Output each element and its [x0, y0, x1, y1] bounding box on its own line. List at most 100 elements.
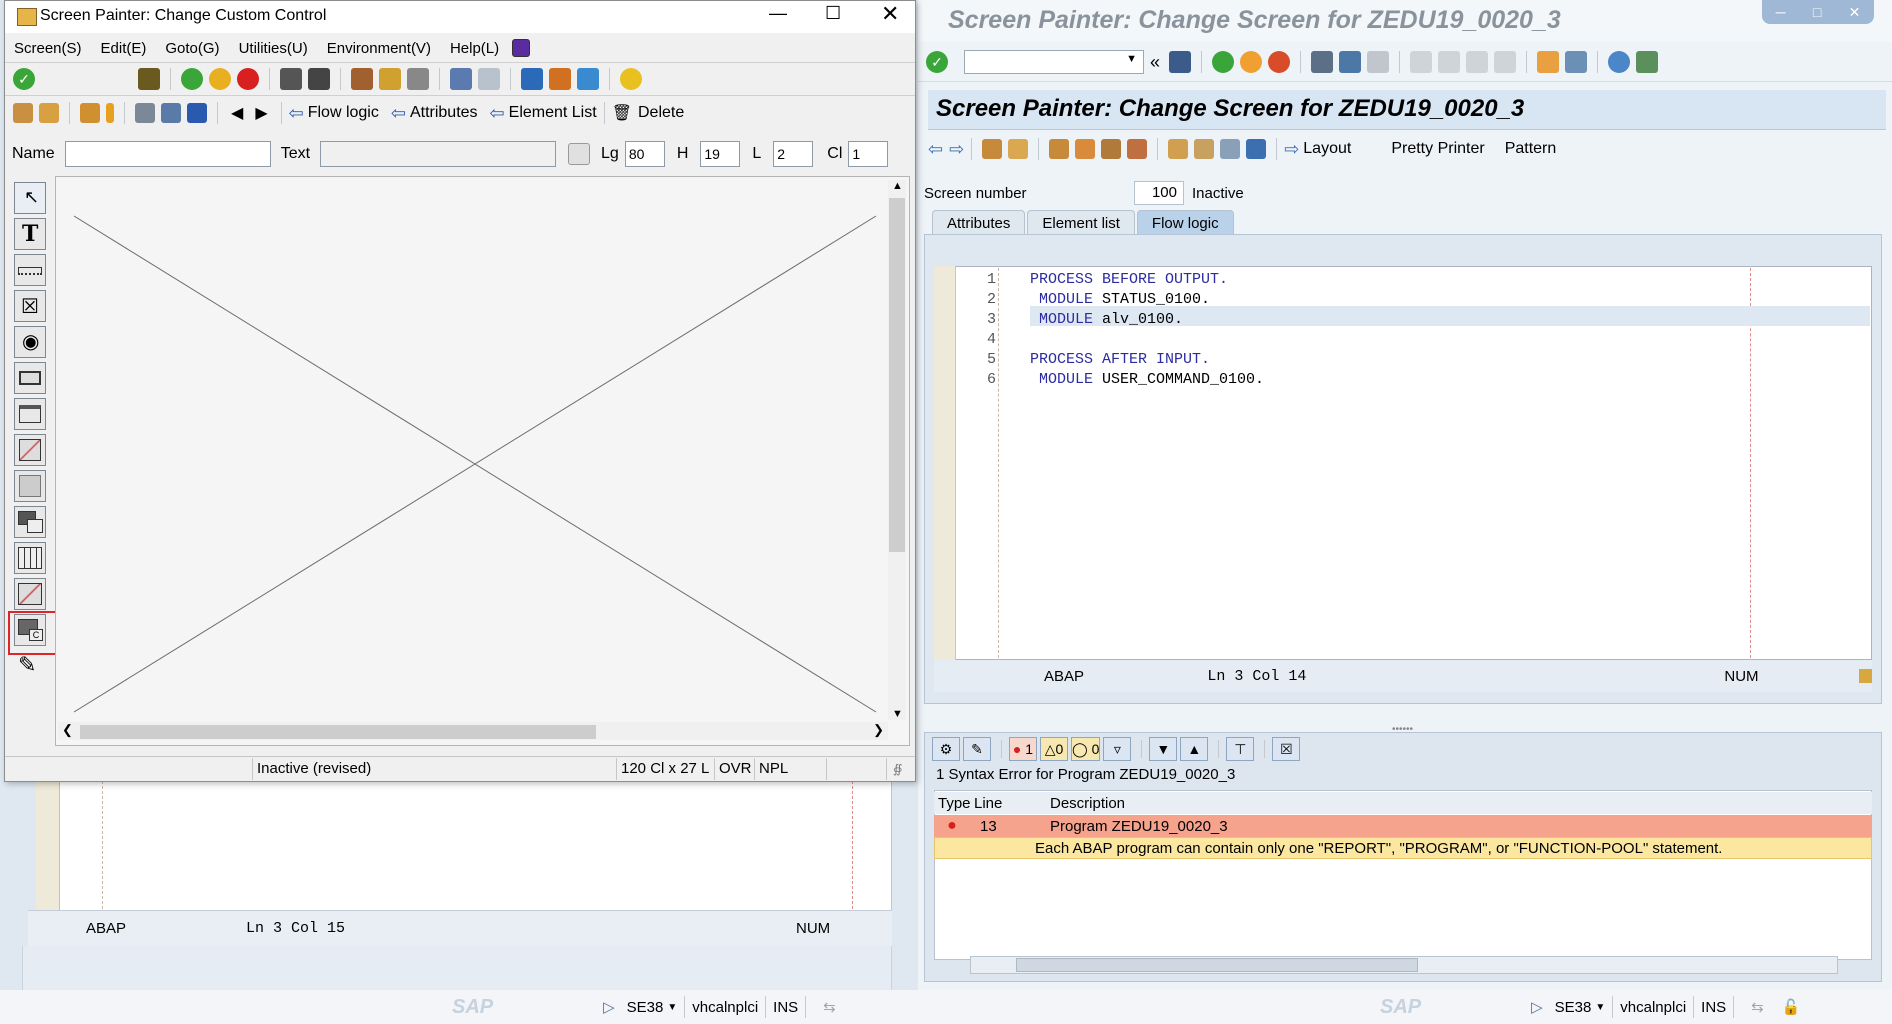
table-control-wizard-icon[interactable] — [14, 578, 46, 610]
create-session-icon[interactable] — [1537, 51, 1560, 73]
checkbox-icon[interactable]: ☒ — [14, 290, 46, 322]
object-list-icon[interactable] — [1168, 139, 1189, 159]
enter-icon[interactable]: ✓ — [13, 68, 35, 90]
dictionary-fields-icon[interactable] — [135, 103, 155, 123]
back-icon[interactable] — [181, 68, 203, 90]
menu-help[interactable]: Help(L) — [450, 40, 499, 57]
scrollbar-thumb[interactable] — [80, 725, 596, 739]
custom-control-area[interactable] — [58, 180, 884, 722]
other-object-icon[interactable] — [982, 139, 1003, 159]
undo-icon[interactable] — [450, 68, 472, 90]
activate-icon[interactable] — [80, 103, 100, 123]
scroll-right-icon[interactable]: ❯ — [873, 722, 884, 738]
close-icon[interactable]: ✕ — [881, 1, 899, 27]
display-list-icon[interactable] — [1220, 139, 1241, 159]
layout-mode-icon[interactable] — [549, 68, 571, 90]
code-line[interactable]: MODULE alv_0100. — [1030, 310, 1183, 330]
check-icon[interactable] — [39, 103, 59, 123]
find-icon[interactable] — [1339, 51, 1362, 73]
layout-icon[interactable]: ⇆ — [1751, 998, 1764, 1016]
activate-icon[interactable] — [1075, 139, 1096, 159]
find-next-icon[interactable] — [1367, 51, 1390, 73]
navigation-window-icon[interactable] — [1194, 139, 1215, 159]
scroll-left-icon[interactable]: ❮ — [62, 722, 73, 738]
previous-icon[interactable]: ◀ — [231, 103, 243, 123]
code-line[interactable]: MODULE USER_COMMAND_0100. — [1030, 370, 1264, 390]
trash-icon[interactable]: 🗑 — [612, 103, 632, 123]
test-icon[interactable] — [106, 103, 114, 123]
layout-button[interactable]: Layout — [1303, 140, 1351, 158]
editor-settings-icon[interactable] — [1858, 669, 1872, 683]
column-type[interactable]: Type — [934, 795, 971, 812]
customize-icon[interactable] — [512, 39, 531, 57]
scrollbar-thumb[interactable] — [889, 198, 905, 552]
cut-icon[interactable] — [351, 68, 373, 90]
menu-environment[interactable]: Environment(V) — [327, 40, 431, 57]
navigate-icon[interactable]: ⚙ — [932, 737, 960, 761]
previous-page-icon[interactable] — [1438, 51, 1461, 73]
exit-icon[interactable] — [209, 68, 231, 90]
unlock-icon[interactable]: 🔓 — [1782, 998, 1801, 1016]
collapse-icon[interactable]: « — [1150, 52, 1160, 73]
print-icon[interactable] — [1311, 51, 1334, 73]
copy-icon[interactable] — [379, 68, 401, 90]
input-field-icon[interactable] — [14, 254, 46, 286]
display-mode-icon[interactable] — [577, 68, 599, 90]
chevron-down-icon[interactable]: ▼ — [1126, 53, 1137, 65]
play-icon[interactable]: ▷ — [603, 998, 615, 1016]
edit-icon[interactable]: ✎ — [963, 737, 991, 761]
information-icon[interactable] — [1246, 139, 1267, 159]
layout-arrow-icon[interactable]: ⇨ — [1284, 139, 1299, 160]
back-icon[interactable] — [1212, 51, 1235, 73]
information-icon[interactable] — [187, 103, 207, 123]
background-code-editor[interactable] — [36, 775, 892, 915]
minimize-icon[interactable]: ─ — [1776, 4, 1786, 20]
pin-icon[interactable]: ⊤ — [1226, 737, 1255, 761]
table-row[interactable]: Each ABAP program can contain only one "… — [934, 837, 1872, 859]
code-line[interactable]: MODULE STATUS_0100. — [1030, 290, 1210, 310]
info-filter-button[interactable]: ◯ 0 — [1071, 737, 1101, 761]
move-down-icon[interactable]: ▼ — [1149, 737, 1178, 761]
delete-button[interactable]: Delete — [638, 104, 684, 122]
text-input[interactable] — [320, 141, 557, 167]
pushbutton-icon[interactable] — [14, 362, 46, 394]
text-field-icon[interactable]: T — [14, 218, 46, 250]
table-control-icon[interactable] — [14, 542, 46, 574]
resize-grip-icon[interactable]: ∯ — [893, 762, 902, 776]
where-used-icon[interactable] — [1127, 139, 1148, 159]
command-field[interactable]: ▼ — [964, 50, 1144, 74]
element-list-arrow-icon[interactable]: ⇦ — [490, 103, 505, 124]
check-icon[interactable] — [1049, 139, 1070, 159]
h-input[interactable]: 19 — [700, 141, 741, 167]
next-icon[interactable]: ▶ — [255, 103, 267, 123]
tab-flow-logic[interactable]: Flow logic — [1136, 210, 1234, 236]
table-row[interactable]: ● 13 Program ZEDU19_0020_3 — [934, 815, 1872, 837]
tabstrip-icon[interactable] — [14, 398, 46, 430]
error-filter-button[interactable]: ● 1 — [1009, 737, 1037, 761]
close-icon[interactable]: ✕ — [1849, 4, 1861, 21]
menu-screen[interactable]: Screen(S) — [14, 40, 82, 57]
cl-input[interactable]: 1 — [848, 141, 889, 167]
save-icon[interactable] — [1169, 51, 1192, 73]
next-page-icon[interactable] — [1466, 51, 1489, 73]
radio-button-icon[interactable]: ◉ — [14, 326, 46, 358]
layout-icon[interactable]: ⇆ — [823, 998, 836, 1016]
element-list-icon[interactable] — [161, 103, 181, 123]
cancel-icon[interactable] — [237, 68, 259, 90]
minimize-icon[interactable]: — — [769, 3, 787, 24]
help-icon[interactable] — [620, 68, 642, 90]
first-page-icon[interactable] — [1410, 51, 1433, 73]
element-list-button[interactable]: Element List — [509, 104, 597, 122]
maximize-icon[interactable]: □ — [1813, 4, 1821, 20]
display-change-icon[interactable] — [1008, 139, 1029, 159]
forward-arrow-icon[interactable]: ⇨ — [949, 139, 964, 160]
play-icon[interactable]: ▷ — [1531, 998, 1543, 1016]
menu-utilities[interactable]: Utilities(U) — [239, 40, 308, 57]
attributes-button[interactable]: Attributes — [410, 104, 478, 122]
flow-logic-button[interactable]: Flow logic — [308, 104, 379, 122]
test-icon[interactable] — [1101, 139, 1122, 159]
save-icon[interactable] — [138, 68, 160, 90]
transaction-code[interactable]: SE38 — [627, 999, 664, 1016]
attributes-arrow-icon[interactable]: ⇦ — [391, 103, 406, 124]
subscreen-icon[interactable] — [14, 506, 46, 538]
